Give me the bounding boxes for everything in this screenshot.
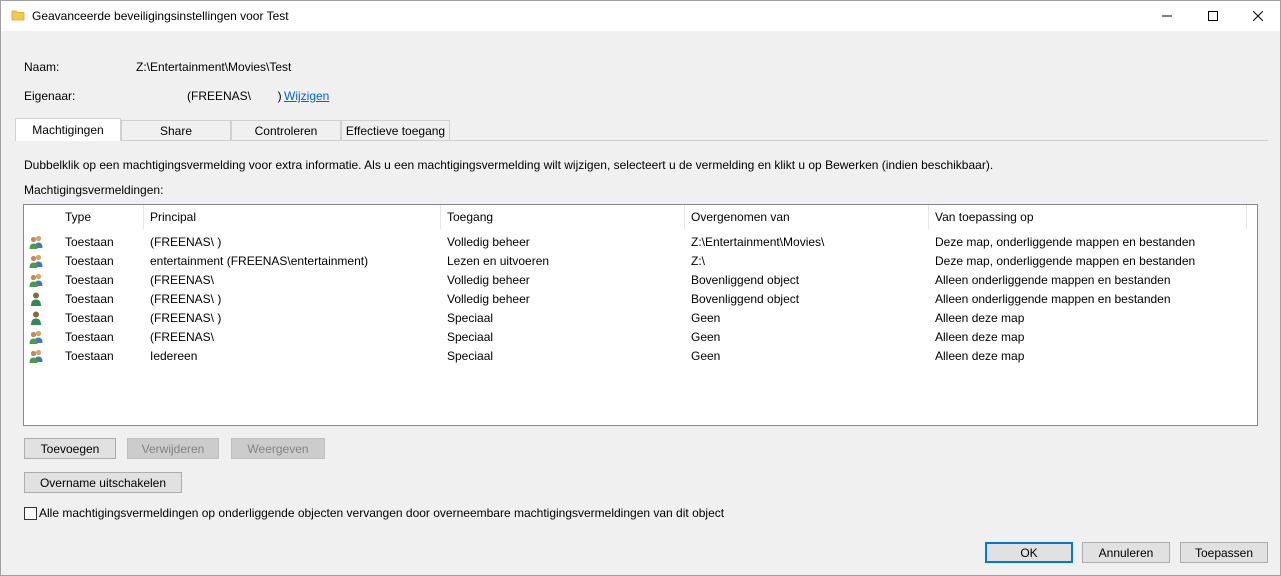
minimize-icon [1162, 11, 1172, 21]
maximize-icon [1208, 11, 1218, 21]
name-value: Z:\Entertainment\Movies\Test [136, 60, 292, 74]
cell-type: Toestaan [65, 291, 114, 306]
cell-inherited-from: Geen [691, 348, 721, 363]
owner-value: (FREENAS\ ) [187, 89, 282, 103]
remove-button[interactable]: Verwijderen [127, 438, 219, 459]
table-row[interactable]: Toestaan (FREENAS\ ) Speciaal Geen Alleen d… [24, 308, 1257, 327]
security-dialog: Geavanceerde beveiligingsinstellingen vo… [0, 0, 1281, 576]
user-icon [28, 310, 44, 326]
permission-entries-label: Machtigingsvermeldingen: [24, 183, 164, 197]
tab-share[interactable]: Share [121, 120, 231, 140]
folder-icon [11, 8, 25, 22]
cell-inherited-from: Bovenliggend object [691, 291, 800, 306]
user-icon [28, 291, 44, 307]
column-type[interactable]: Type [59, 205, 144, 229]
group-icon [28, 272, 44, 288]
owner-label: Eigenaar: [24, 89, 76, 103]
tab-auditing[interactable]: Controleren [231, 120, 341, 140]
cell-type: Toestaan [65, 310, 114, 325]
cell-principal: Iedereen [150, 348, 198, 363]
cell-inherited-from: Bovenliggend object [691, 272, 800, 287]
name-label: Naam: [24, 60, 60, 74]
group-icon [28, 329, 44, 345]
close-button[interactable] [1235, 1, 1281, 31]
minimize-button[interactable] [1144, 1, 1190, 31]
cell-principal: (FREENAS\ ) [150, 234, 222, 249]
cell-principal: (FREENAS\ ) [150, 310, 222, 325]
disable-inheritance-button[interactable]: Overname uitschakelen [24, 472, 182, 493]
cell-applies-to: Alleen onderliggende mappen en bestanden [935, 291, 1171, 306]
column-inherited-from[interactable]: Overgenomen van [685, 205, 929, 229]
change-owner-link[interactable]: Wijzigen [284, 89, 329, 103]
cancel-button[interactable]: Annuleren [1082, 542, 1170, 563]
maximize-button[interactable] [1190, 1, 1236, 31]
column-principal[interactable]: Principal [144, 205, 441, 229]
cell-applies-to: Alleen deze map [935, 310, 1025, 325]
cell-access: Volledig beheer [447, 234, 530, 249]
replace-child-permissions-checkbox[interactable] [24, 507, 37, 520]
cell-inherited-from: Z:\ [691, 253, 705, 268]
cell-access: Volledig beheer [447, 291, 530, 306]
cell-inherited-from: Z:\Entertainment\Movies\ [691, 234, 825, 249]
window-title: Geavanceerde beveiligingsinstellingen vo… [32, 9, 289, 23]
replace-child-permissions-label[interactable]: Alle machtigingsvermeldingen op onderlig… [39, 506, 724, 520]
list-header: Type Principal Toegang Overgenomen van V… [24, 205, 1257, 229]
cell-access: Speciaal [447, 348, 494, 363]
cell-applies-to: Alleen deze map [935, 348, 1025, 363]
cell-principal: (FREENAS\ ) [150, 291, 222, 306]
cell-type: Toestaan [65, 348, 114, 363]
cell-applies-to: Alleen onderliggende mappen en bestanden [935, 272, 1171, 287]
column-access[interactable]: Toegang [441, 205, 685, 229]
table-row[interactable]: Toestaan (FREENAS\ Volledig beheer Bovenli… [24, 270, 1257, 289]
cell-type: Toestaan [65, 272, 114, 287]
view-button[interactable]: Weergeven [231, 438, 325, 459]
close-icon [1253, 11, 1263, 21]
tab-effective-access[interactable]: Effectieve toegang [341, 120, 450, 140]
cell-access: Lezen en uitvoeren [447, 253, 550, 268]
table-row[interactable]: Toestaan entertainment (FREENAS\entertain… [24, 251, 1257, 270]
group-icon [28, 348, 44, 364]
title-bar[interactable]: Geavanceerde beveiligingsinstellingen vo… [1, 1, 1280, 31]
cell-principal: (FREENAS\ [150, 329, 215, 344]
cell-principal: entertainment (FREENAS\entertainment) [150, 253, 369, 268]
table-row[interactable]: Toestaan Iedereen Speciaal Geen Alleen deze … [24, 346, 1257, 365]
cell-applies-to: Alleen deze map [935, 329, 1025, 344]
add-button[interactable]: Toevoegen [24, 438, 116, 459]
table-row[interactable]: Toestaan (FREENAS\ ) Volledig beheer Boven… [24, 289, 1257, 308]
group-icon [28, 253, 44, 269]
cell-access: Volledig beheer [447, 272, 530, 287]
cell-inherited-from: Geen [691, 310, 721, 325]
table-row[interactable]: Toestaan (FREENAS\ ) Volledig beheer Z:\En… [24, 232, 1257, 251]
tab-permissions[interactable]: Machtigingen [15, 118, 121, 141]
cell-access: Speciaal [447, 329, 494, 344]
ok-button[interactable]: OK [985, 542, 1073, 563]
cell-type: Toestaan [65, 253, 114, 268]
permission-entries-list[interactable]: Type Principal Toegang Overgenomen van V… [23, 204, 1258, 426]
apply-button[interactable]: Toepassen [1180, 542, 1268, 563]
cell-principal: (FREENAS\ [150, 272, 215, 287]
table-row[interactable]: Toestaan (FREENAS\ Speciaal Geen Alleen dez… [24, 327, 1257, 346]
column-applies-to[interactable]: Van toepassing op [929, 205, 1247, 229]
cell-type: Toestaan [65, 329, 114, 344]
group-icon [28, 234, 44, 250]
panel-description: Dubbelklik op een machtigingsvermelding … [24, 158, 994, 172]
footer-separator [1, 535, 1280, 536]
cell-type: Toestaan [65, 234, 114, 249]
cell-applies-to: Deze map, onderliggende mappen en bestan… [935, 253, 1196, 268]
cell-applies-to: Deze map, onderliggende mappen en bestan… [935, 234, 1196, 249]
cell-access: Speciaal [447, 310, 494, 325]
cell-inherited-from: Geen [691, 329, 721, 344]
